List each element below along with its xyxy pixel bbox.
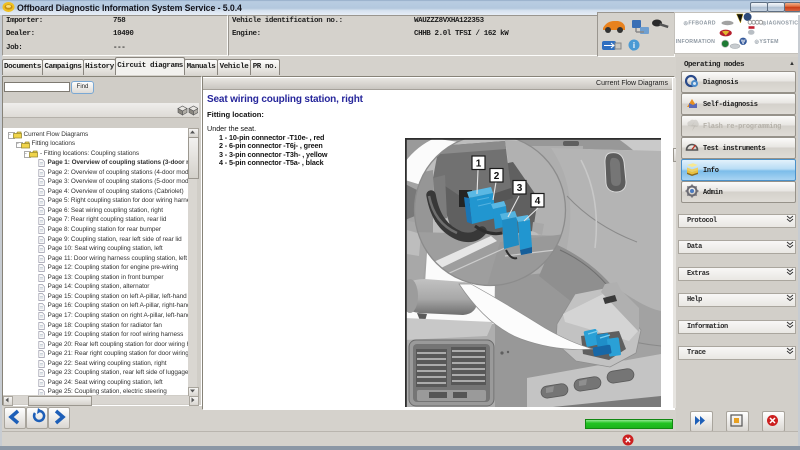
svg-text:i: i xyxy=(633,41,635,50)
svg-text:◎YSTEM: ◎YSTEM xyxy=(755,39,779,45)
svg-text:◎FFBOARD: ◎FFBOARD xyxy=(684,21,716,27)
svg-text:3: 3 xyxy=(517,183,523,194)
svg-text:2: 2 xyxy=(494,171,500,182)
svg-text:4: 4 xyxy=(535,196,541,207)
svg-text:INFORMATION: INFORMATION xyxy=(676,39,716,45)
svg-text:◎IAGNOSTIC: ◎IAGNOSTIC xyxy=(762,21,798,27)
svg-text:1: 1 xyxy=(476,159,482,170)
